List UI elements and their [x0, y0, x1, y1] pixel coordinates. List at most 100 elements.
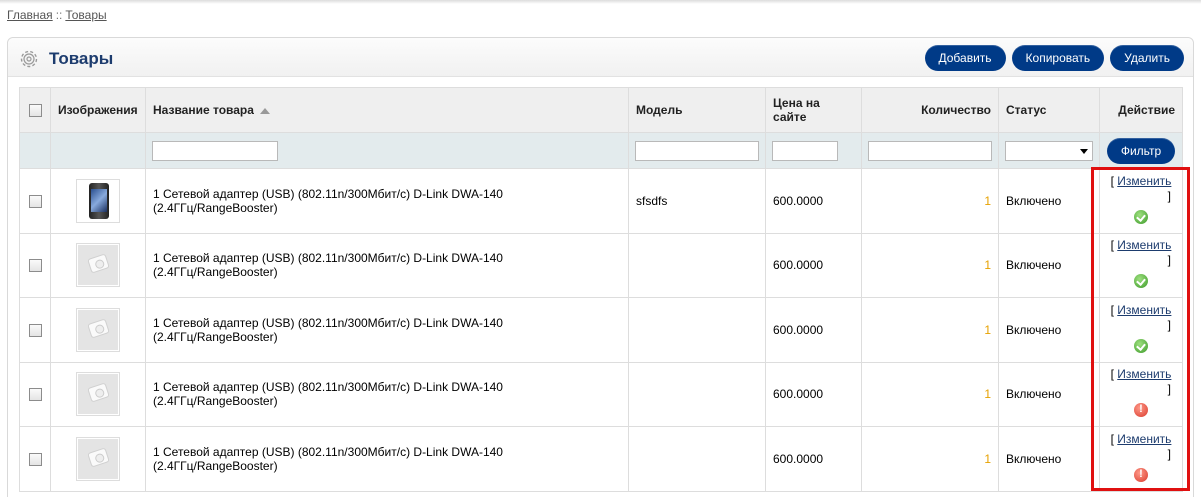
camera-icon [87, 382, 110, 403]
column-header-status[interactable]: Статус [998, 87, 1100, 133]
product-thumbnail[interactable] [76, 178, 120, 223]
filter-quantity-cell [861, 132, 999, 169]
row-status: Включено [998, 168, 1100, 234]
table-row: 1 Сетевой адаптер (USB) (802.11n/300Мбит… [19, 361, 1183, 427]
placeholder-image [78, 374, 118, 415]
row-price: 600.0000 [765, 232, 862, 298]
row-name: 1 Сетевой адаптер (USB) (802.11n/300Мбит… [145, 361, 629, 427]
filter-price-input[interactable] [772, 140, 838, 161]
filter-status-select[interactable] [1005, 140, 1093, 161]
row-name: 1 Сетевой адаптер (USB) (802.11n/300Мбит… [145, 168, 629, 234]
placeholder-image [78, 438, 118, 479]
product-phone-image [89, 182, 109, 219]
row-select-cell [19, 168, 51, 234]
products-panel: Товары Добавить Копировать Удалить Изобр… [7, 37, 1194, 497]
table-header-row: Изображения Название товара Модель Цена … [19, 87, 1183, 133]
copy-button[interactable]: Копировать [1011, 45, 1105, 71]
toolbar: Добавить Копировать Удалить [924, 45, 1184, 71]
row-image-cell [50, 361, 146, 427]
panel-header: Товары Добавить Копировать Удалить [8, 38, 1193, 77]
delete-button[interactable]: Удалить [1110, 45, 1184, 71]
product-thumbnail[interactable] [76, 243, 120, 288]
column-header-action: Действие [1099, 87, 1183, 133]
row-status: Включено [998, 426, 1100, 492]
row-name: 1 Сетевой адаптер (USB) (802.11n/300Мбит… [145, 297, 629, 363]
row-price: 600.0000 [765, 426, 862, 492]
filter-button-cell: Фильтр [1099, 132, 1183, 169]
row-price: 600.0000 [765, 168, 862, 234]
row-status: Включено [998, 361, 1100, 427]
column-header-name[interactable]: Название товара [145, 87, 629, 133]
row-name: 1 Сетевой адаптер (USB) (802.11n/300Мбит… [145, 426, 629, 492]
products-table: Изображения Название товара Модель Цена … [19, 87, 1183, 492]
filter-model-cell [628, 132, 766, 169]
filter-status-cell [998, 132, 1100, 169]
row-checkbox[interactable] [28, 194, 42, 208]
row-price: 600.0000 [765, 297, 862, 363]
row-model [628, 361, 766, 427]
filter-price-cell [765, 132, 862, 169]
row-model [628, 232, 766, 298]
filter-cell-empty [19, 132, 51, 169]
row-model [628, 426, 766, 492]
camera-icon [87, 253, 110, 274]
row-checkbox[interactable] [28, 259, 42, 273]
breadcrumb-current-link[interactable]: Товары [65, 8, 106, 22]
row-quantity: 1 [861, 232, 999, 298]
add-button[interactable]: Добавить [924, 45, 1006, 71]
row-image-cell [50, 426, 146, 492]
table-row: 1 Сетевой адаптер (USB) (802.11n/300Мбит… [19, 297, 1183, 363]
row-image-cell [50, 297, 146, 363]
select-all-cell [19, 87, 51, 133]
row-checkbox[interactable] [28, 388, 42, 402]
top-shadow [0, 0, 1201, 4]
row-model [628, 297, 766, 363]
product-thumbnail[interactable] [76, 372, 120, 417]
product-thumbnail[interactable] [76, 436, 120, 481]
column-header-quantity[interactable]: Количество [861, 87, 999, 133]
filter-model-input[interactable] [635, 140, 759, 161]
column-header-price[interactable]: Цена на сайте [765, 87, 862, 133]
breadcrumb-separator: :: [55, 8, 63, 22]
column-header-images: Изображения [50, 87, 146, 133]
filter-button[interactable]: Фильтр [1106, 137, 1176, 164]
filter-quantity-input[interactable] [868, 140, 992, 161]
breadcrumb: Главная:: Товары [7, 8, 107, 22]
gear-icon [20, 50, 38, 68]
row-image-cell [50, 232, 146, 298]
select-all-checkbox[interactable] [28, 104, 42, 118]
row-status: Включено [998, 297, 1100, 363]
filter-row: Фильтр [19, 132, 1183, 169]
page-title: Товары [49, 49, 114, 68]
row-quantity: 1 [861, 361, 999, 427]
column-header-name-label[interactable]: Название товара [153, 103, 254, 117]
row-status: Включено [998, 232, 1100, 298]
table-row: 1 Сетевой адаптер (USB) (802.11n/300Мбит… [19, 168, 1183, 234]
row-model: sfsdfs [628, 168, 766, 234]
chevron-down-icon [1080, 148, 1088, 154]
filter-name-cell [145, 132, 629, 169]
breadcrumb-home-link[interactable]: Главная [7, 8, 53, 22]
row-name: 1 Сетевой адаптер (USB) (802.11n/300Мбит… [145, 232, 629, 298]
row-quantity: 1 [861, 426, 999, 492]
table-row: 1 Сетевой адаптер (USB) (802.11n/300Мбит… [19, 426, 1183, 492]
row-checkbox[interactable] [28, 323, 42, 337]
column-header-model[interactable]: Модель [628, 87, 766, 133]
row-price: 600.0000 [765, 361, 862, 427]
filter-cell-empty [50, 132, 146, 169]
row-select-cell [19, 232, 51, 298]
row-image-cell [50, 168, 146, 234]
camera-icon [87, 318, 110, 339]
phone-screen [91, 188, 107, 212]
camera-icon [87, 447, 110, 468]
table-row: 1 Сетевой адаптер (USB) (802.11n/300Мбит… [19, 232, 1183, 298]
row-checkbox[interactable] [28, 452, 42, 466]
filter-name-input[interactable] [152, 140, 278, 161]
row-select-cell [19, 361, 51, 427]
row-quantity: 1 [861, 297, 999, 363]
product-thumbnail[interactable] [76, 307, 120, 352]
highlight-box [1091, 167, 1190, 491]
placeholder-image [78, 245, 118, 286]
placeholder-image [78, 309, 118, 350]
row-select-cell [19, 426, 51, 492]
